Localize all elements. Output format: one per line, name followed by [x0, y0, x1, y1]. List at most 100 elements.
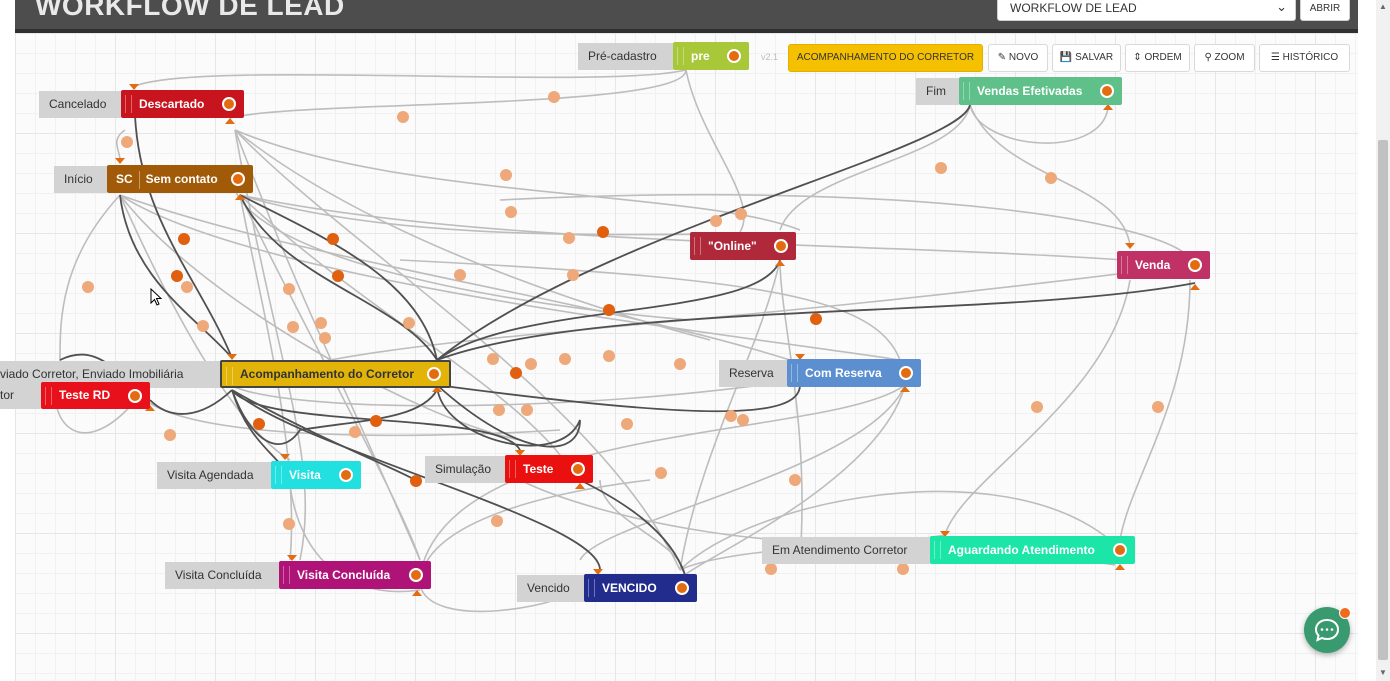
edge-dot: [349, 426, 361, 438]
node-acompanhamento-corretor[interactable]: Acompanhamento do Corretor: [220, 360, 451, 388]
port-icon[interactable]: [128, 389, 142, 403]
arrow-marker: [225, 118, 235, 124]
port-icon[interactable]: [774, 239, 788, 253]
node-label-teste: Simulação: [425, 456, 505, 483]
node-descartado[interactable]: Descartado: [121, 90, 244, 118]
divider: [138, 170, 146, 189]
edge-dot: [121, 136, 133, 148]
list-icon: ☰: [1270, 52, 1283, 63]
save-icon: 💾: [1059, 52, 1076, 63]
zoom-button[interactable]: ⚲ ZOOM: [1194, 44, 1255, 72]
edge-dot: [563, 232, 575, 244]
port-icon[interactable]: [1188, 258, 1202, 272]
node-label-vencido: Vencido: [517, 575, 584, 602]
node-pre[interactable]: pre: [673, 42, 749, 70]
port-icon[interactable]: [571, 462, 585, 476]
novo-button[interactable]: ✎ NOVO: [988, 44, 1048, 72]
scroll-up-icon[interactable]: ▲: [1378, 2, 1388, 11]
arrow-marker: [1115, 564, 1125, 570]
node-label-pre: Pré-cadastro: [578, 43, 673, 70]
node-sem-contato[interactable]: SC Sem contato: [107, 165, 253, 193]
edge-dot: [454, 269, 466, 281]
edge: [119, 194, 901, 361]
node-code: SC: [116, 172, 133, 186]
edge-dot: [493, 404, 505, 416]
node-online[interactable]: "Online": [690, 232, 796, 260]
edge-dot: [315, 317, 327, 329]
port-icon[interactable]: [1113, 543, 1127, 557]
edge: [234, 129, 421, 561]
search-icon: ⚲: [1204, 52, 1215, 63]
node-venda[interactable]: Venda: [1117, 251, 1210, 279]
arrow-marker: [115, 158, 125, 164]
edge-dot: [505, 206, 517, 218]
port-icon[interactable]: [675, 581, 689, 595]
edge-dot: [735, 208, 747, 220]
arrow-marker: [1190, 284, 1200, 290]
edge-dot: [487, 353, 499, 365]
edge: [234, 189, 691, 321]
edge-dot: [197, 320, 209, 332]
port-icon[interactable]: [231, 172, 245, 186]
node-visita[interactable]: Visita: [271, 461, 361, 489]
node-vendas-efetivadas[interactable]: Vendas Efetivadas: [959, 77, 1122, 105]
edge-dot-active: [332, 270, 344, 282]
scroll-down-icon[interactable]: ▼: [1378, 668, 1388, 677]
edge-dot-active: [597, 226, 609, 238]
node-aguardando-atendimento[interactable]: Aguardando Atendimento: [930, 536, 1135, 564]
port-icon[interactable]: [1100, 84, 1114, 98]
edge-dot: [403, 317, 415, 329]
scroll-thumb[interactable]: [1378, 140, 1388, 660]
edge-dot: [164, 429, 176, 441]
pencil-icon: ✎: [997, 52, 1009, 63]
node-vencido[interactable]: VENCIDO: [584, 574, 697, 602]
node-teste[interactable]: Teste: [505, 455, 593, 483]
edge: [419, 479, 651, 586]
grip-icon: [963, 82, 970, 100]
node-teste-rd[interactable]: Teste RD: [41, 382, 150, 409]
grip-icon: [588, 579, 595, 597]
edge-dot: [1031, 401, 1043, 413]
notification-dot: [1339, 607, 1351, 619]
salvar-button[interactable]: 💾 SALVAR: [1052, 44, 1121, 72]
node-label-vendas: Fim: [916, 78, 959, 105]
grip-icon: [275, 466, 282, 484]
edge-dot: [674, 358, 686, 370]
grip-icon: [125, 95, 132, 113]
historico-button[interactable]: ☰ HISTÓRICO: [1259, 44, 1350, 72]
node-label-reserva: Reserva: [719, 360, 787, 387]
current-flow-button[interactable]: ACOMPANHAMENTO DO CORRETOR: [788, 44, 983, 72]
edge-dot: [283, 518, 295, 530]
edge-dot: [935, 162, 947, 174]
edge-dot: [525, 358, 537, 370]
edge-dot: [725, 410, 737, 422]
edge-dot: [603, 350, 615, 362]
port-icon[interactable]: [222, 97, 236, 111]
edge-dot-active: [171, 270, 183, 282]
edge-dot-active: [510, 367, 522, 379]
node-visita-concluida[interactable]: Visita Concluída: [279, 561, 431, 589]
node-com-reserva[interactable]: Com Reserva: [787, 359, 921, 387]
edge-dot: [500, 169, 512, 181]
edge-dot: [559, 353, 571, 365]
ordem-button[interactable]: ⇕ ORDEM: [1125, 44, 1190, 72]
edge-dot: [491, 515, 503, 527]
edge-dot: [1045, 172, 1057, 184]
port-icon[interactable]: [899, 366, 913, 380]
port-icon[interactable]: [339, 468, 353, 482]
port-icon[interactable]: [427, 367, 441, 381]
edge-dot: [283, 283, 295, 295]
edge: [59, 194, 121, 361]
node-label-visita: Visita Agendada: [157, 462, 271, 489]
edge-dot: [567, 269, 579, 281]
edge-dot: [897, 563, 909, 575]
edge-dot: [397, 111, 409, 123]
port-icon[interactable]: [409, 568, 423, 582]
arrow-marker: [575, 483, 585, 489]
edge-dot-active: [410, 475, 422, 487]
port-icon[interactable]: [727, 49, 741, 63]
scrollbar[interactable]: ▲ ▼: [1376, 0, 1390, 681]
edge-dot-active: [178, 233, 190, 245]
edge-dot: [765, 563, 777, 575]
version-label: v2.1: [761, 52, 779, 62]
